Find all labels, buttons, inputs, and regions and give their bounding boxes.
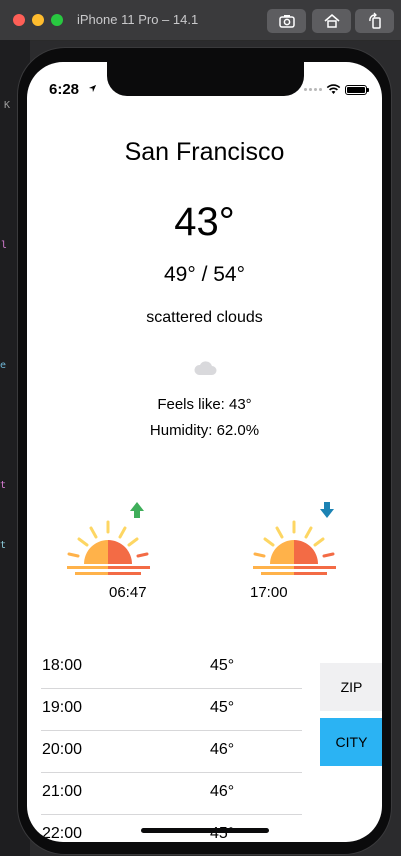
sunset-time: 17:00 [250, 584, 288, 601]
home-indicator[interactable] [141, 828, 269, 833]
feels-like: Feels like: 43° [157, 396, 252, 413]
simulator-title: iPhone 11 Pro – 14.1 [77, 12, 199, 27]
forecast-hour: 21:00 [42, 783, 83, 800]
editor-glyph: l [1, 240, 8, 251]
notch [107, 62, 304, 96]
close-window-button[interactable] [13, 14, 25, 26]
forecast-row[interactable]: 19:00 45° [41, 689, 302, 731]
zip-button[interactable]: ZIP [320, 663, 382, 711]
rotate-button[interactable] [355, 9, 394, 33]
signal-dots-icon [304, 88, 322, 91]
zoom-window-button[interactable] [51, 14, 63, 26]
sunrise-time: 06:47 [109, 584, 147, 601]
editor-glyph: t [0, 480, 7, 491]
forecast-temp: 45° [210, 657, 235, 674]
forecast-hour: 20:00 [42, 741, 83, 758]
screenshot-button[interactable] [267, 9, 306, 33]
wifi-icon [326, 84, 341, 94]
hourly-forecast-list[interactable]: 18:00 45° 19:00 45° 20:00 46° 21:00 46° … [41, 647, 302, 842]
temperature-range: 49° / 54° [163, 263, 246, 286]
location-arrow-icon [88, 84, 97, 93]
status-time: 6:28 [49, 81, 80, 98]
forecast-temp: 45° [210, 699, 235, 716]
cloud-icon [194, 361, 217, 375]
home-icon [323, 13, 340, 28]
forecast-row[interactable]: 21:00 46° [41, 773, 302, 815]
forecast-temp: 46° [210, 741, 235, 758]
editor-glyph: e [0, 360, 7, 371]
forecast-row[interactable]: 18:00 45° [41, 647, 302, 689]
sunset-icon [253, 502, 336, 575]
forecast-row[interactable]: 20:00 46° [41, 731, 302, 773]
phone-screen: 6:28 San Francisco 43° 49° / 54° scatter… [27, 62, 382, 842]
sunrise-icon [67, 502, 150, 575]
city-name: San Francisco [124, 138, 285, 166]
forecast-hour: 19:00 [42, 699, 83, 716]
battery-icon [345, 84, 369, 95]
weather-description: scattered clouds [146, 309, 263, 326]
editor-glyph: t [0, 540, 7, 551]
home-button[interactable] [312, 9, 351, 33]
screenshot-icon [278, 15, 295, 28]
editor-glyph: K [4, 100, 11, 111]
city-button[interactable]: CITY [320, 718, 382, 766]
simulator-titlebar: iPhone 11 Pro – 14.1 [0, 0, 401, 41]
current-temperature: 43° [174, 200, 235, 244]
forecast-hour: 22:00 [42, 825, 83, 842]
humidity: Humidity: 62.0% [149, 422, 260, 439]
minimize-window-button[interactable] [32, 14, 44, 26]
forecast-temp: 46° [210, 783, 235, 800]
rotate-icon [368, 12, 381, 29]
status-indicators [304, 84, 369, 95]
forecast-hour: 18:00 [42, 657, 83, 674]
